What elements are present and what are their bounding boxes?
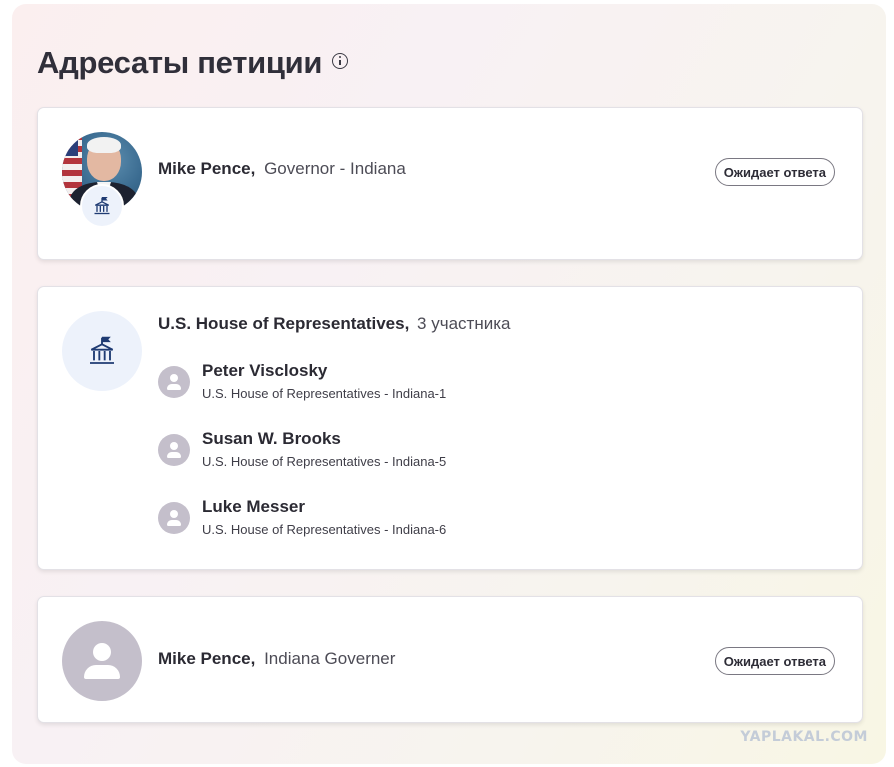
member-role: U.S. House of Representatives - Indiana-… xyxy=(202,386,447,401)
recipient-role: Governor - Indiana xyxy=(264,159,406,178)
member-avatar xyxy=(158,366,190,398)
member-avatar xyxy=(158,502,190,534)
person-icon-body xyxy=(84,665,120,679)
recipient-name[interactable]: Mike Pence, xyxy=(158,159,255,178)
person-icon-body xyxy=(167,384,181,390)
government-building-icon xyxy=(90,336,114,364)
photo-hair xyxy=(87,137,121,153)
status-badge[interactable]: Ожидает ответа xyxy=(714,158,835,186)
person-icon-head xyxy=(170,510,178,518)
government-badge xyxy=(80,184,124,228)
status-badge[interactable]: Ожидает ответа xyxy=(714,647,835,675)
recipient-role: Indiana Governer xyxy=(264,649,396,668)
recipient-card: Mike Pence, Governor - Indiana Ожидает о… xyxy=(37,107,863,260)
recipient-card: Mike Pence, Indiana Governer Ожидает отв… xyxy=(37,596,863,723)
group-avatar xyxy=(62,311,142,391)
person-icon-body xyxy=(167,452,181,458)
person-icon-body xyxy=(167,520,181,526)
group-name[interactable]: U.S. House of Representatives, xyxy=(158,314,409,333)
section-heading: Адресаты петиции xyxy=(37,45,349,81)
member-role: U.S. House of Representatives - Indiana-… xyxy=(202,454,447,469)
default-person-icon xyxy=(62,621,142,701)
member-avatar xyxy=(158,434,190,466)
person-icon-head xyxy=(170,374,178,382)
group-count: 3 участника xyxy=(417,314,511,333)
member-name[interactable]: Susan W. Brooks xyxy=(202,429,341,449)
watermark: YAPLAKAL.COM xyxy=(740,729,868,745)
list-item: Peter Visclosky U.S. House of Representa… xyxy=(158,361,658,411)
person-icon-head xyxy=(170,442,178,450)
government-building-icon xyxy=(94,197,110,215)
group-title: U.S. House of Representatives, 3 участни… xyxy=(158,314,510,334)
member-name[interactable]: Peter Visclosky xyxy=(202,361,327,381)
list-item: Susan W. Brooks U.S. House of Representa… xyxy=(158,429,658,479)
flag-canton xyxy=(62,132,78,156)
recipient-line: Mike Pence, Governor - Indiana xyxy=(158,159,406,179)
recipient-line: Mike Pence, Indiana Governer xyxy=(158,649,395,669)
info-icon[interactable] xyxy=(332,53,349,69)
recipient-name[interactable]: Mike Pence, xyxy=(158,649,255,668)
group-card: U.S. House of Representatives, 3 участни… xyxy=(37,286,863,570)
page-title: Адресаты петиции xyxy=(37,45,323,80)
list-item: Luke Messer U.S. House of Representative… xyxy=(158,497,658,547)
person-icon-head xyxy=(93,643,111,661)
member-role: U.S. House of Representatives - Indiana-… xyxy=(202,522,447,537)
member-name[interactable]: Luke Messer xyxy=(202,497,305,517)
